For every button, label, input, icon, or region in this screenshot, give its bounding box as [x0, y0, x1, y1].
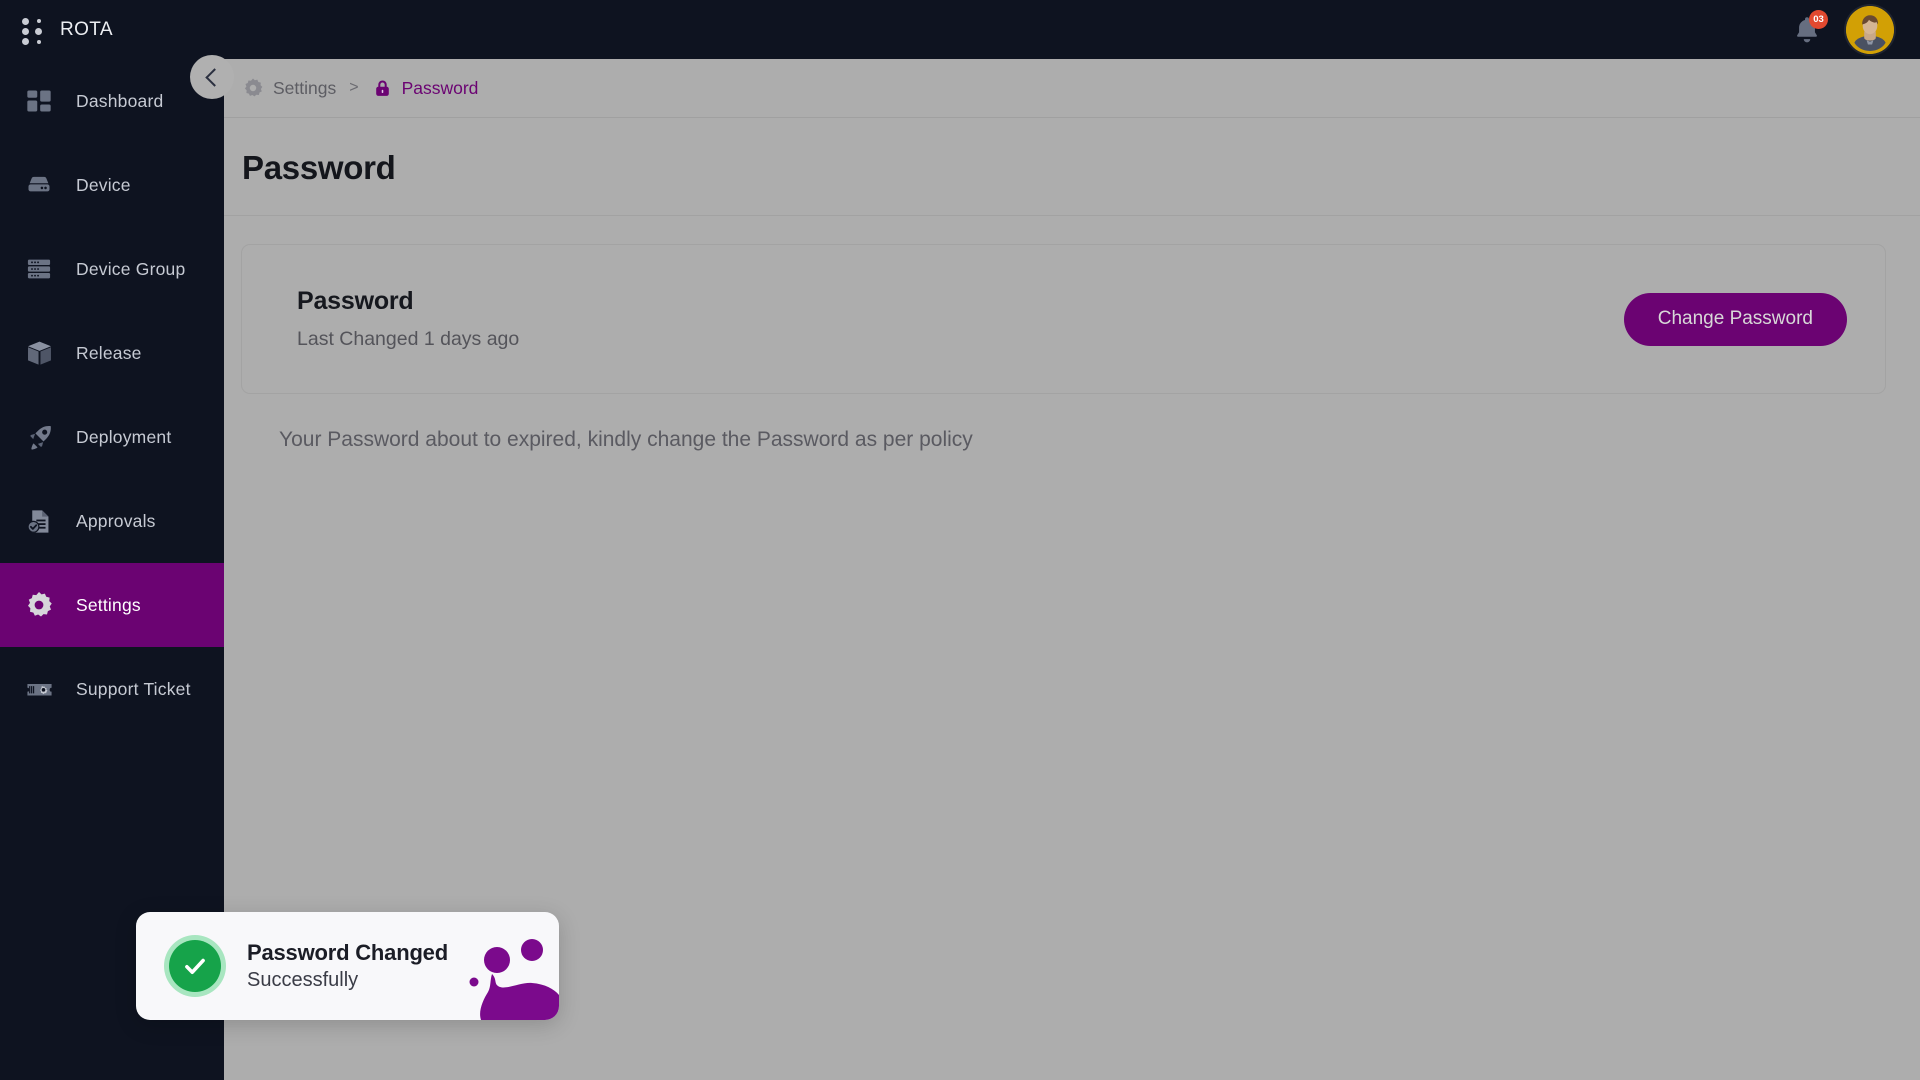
sidebar-item-label: Support Ticket: [76, 678, 191, 699]
dot-grid-icon: [22, 15, 46, 45]
chevron-left-icon: [204, 67, 224, 87]
purple-blob-decoration: [469, 939, 559, 1020]
toast-subtitle: Successfully: [247, 969, 359, 991]
check-circle-icon: [164, 935, 226, 997]
avatar[interactable]: [1846, 5, 1894, 54]
page-title: Password: [242, 149, 396, 186]
rocket-icon: [22, 420, 56, 454]
sidebar-item-label: Release: [76, 342, 142, 363]
breadcrumb-separator: >: [349, 79, 359, 96]
gear-icon: [244, 78, 263, 97]
ticket-gear-icon: [22, 672, 56, 706]
device-group-icon: [22, 252, 56, 286]
breadcrumb-password: Password: [401, 77, 479, 98]
sidebar-item-release[interactable]: Release: [0, 311, 224, 395]
change-password-button[interactable]: Change Password: [1623, 292, 1847, 346]
gear-icon: [22, 588, 56, 622]
sidebar-item-approvals[interactable]: Approvals: [0, 479, 224, 563]
password-card: Password Last Changed 1 days ago Change …: [241, 244, 1886, 394]
top-bar: ROTA 03: [0, 0, 1920, 59]
toast-notification[interactable]: Password Changed Successfully: [136, 912, 559, 1020]
card-subtitle: Last Changed 1 days ago: [297, 328, 520, 350]
user-avatar-icon: [1846, 5, 1894, 54]
password-card-text: Password Last Changed 1 days ago: [297, 287, 519, 351]
sidebar-item-device[interactable]: Device: [0, 143, 224, 227]
brand[interactable]: ROTA: [0, 0, 224, 59]
title-divider: [224, 215, 1920, 216]
sidebar-collapse-toggle[interactable]: [190, 55, 234, 99]
sidebar-item-label: Settings: [76, 594, 141, 615]
card-title: Password: [297, 287, 414, 315]
top-bar-actions: 03: [1790, 5, 1920, 54]
sidebar-item-device-group[interactable]: Device Group: [0, 227, 224, 311]
sidebar-item-settings[interactable]: Settings: [0, 563, 224, 647]
toast-title: Password Changed: [247, 940, 448, 965]
sidebar-item-label: Deployment: [76, 426, 172, 447]
password-expiry-notice: Your Password about to expired, kindly c…: [279, 428, 973, 451]
sidebar-item-label: Device Group: [76, 258, 186, 279]
sidebar-item-label: Device: [76, 174, 131, 195]
dashboard-grid-icon: [22, 84, 56, 118]
lock-icon: [375, 79, 389, 96]
sidebar-item-support-ticket[interactable]: Support Ticket: [0, 647, 224, 731]
toast-text: Password Changed Successfully: [247, 940, 448, 992]
document-check-icon: [22, 504, 56, 538]
notification-badge: 03: [1809, 9, 1828, 29]
check-icon: [185, 958, 205, 974]
notifications-button[interactable]: 03: [1790, 9, 1828, 47]
breadcrumb: Settings > Password: [224, 59, 1920, 118]
device-server-icon: [22, 168, 56, 202]
app-name: ROTA: [60, 18, 113, 40]
sidebar-item-deployment[interactable]: Deployment: [0, 395, 224, 479]
breadcrumb-settings[interactable]: Settings: [273, 78, 336, 99]
sidebar-item-label: Dashboard: [76, 90, 164, 111]
sidebar-item-label: Approvals: [76, 510, 156, 531]
box-cube-icon: [22, 336, 56, 370]
